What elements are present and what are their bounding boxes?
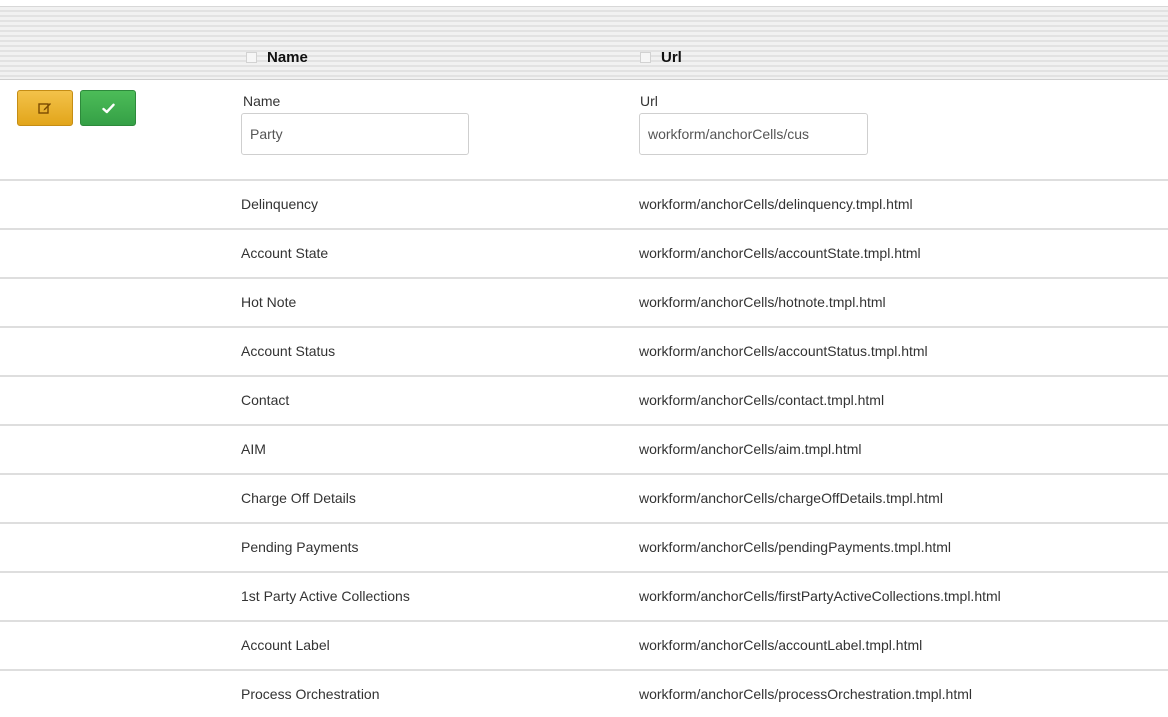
row-url-cell: workform/anchorCells/hotnote.tmpl.html: [639, 294, 886, 310]
row-name-cell: Charge Off Details: [241, 490, 356, 506]
name-column-checkbox[interactable]: [246, 51, 257, 63]
row-url-cell: workform/anchorCells/accountStatus.tmpl.…: [639, 343, 928, 359]
row-name-cell: Contact: [241, 392, 290, 408]
table-row[interactable]: Contact workform/anchorCells/contact.tmpl…: [0, 377, 1168, 426]
row-name-cell: Account Label: [241, 637, 330, 653]
row-url-cell: workform/anchorCells/chargeOffDetails.tm…: [639, 490, 943, 506]
row-url-cell: workform/anchorCells/delinquency.tmpl.ht…: [639, 196, 913, 212]
table-row[interactable]: Account Status workform/anchorCells/accou…: [0, 328, 1168, 377]
checkmark-icon: [101, 103, 115, 113]
row-name-cell: 1st Party Active Collections: [241, 588, 410, 604]
row-name-cell: Account State: [241, 245, 329, 261]
url-column-header[interactable]: Url: [640, 47, 682, 67]
row-url-cell: workform/anchorCells/firstPartyActiveCol…: [639, 588, 1001, 604]
table-row[interactable]: Account Label workform/anchorCells/accoun…: [0, 622, 1168, 671]
table-row[interactable]: Hot Note workform/anchorCells/hotnote.tmp…: [0, 279, 1168, 328]
row-url-cell: workform/anchorCells/accountState.tmpl.h…: [639, 245, 921, 261]
edit-row: Name Url: [0, 80, 1168, 181]
name-column-label: Name: [267, 48, 308, 66]
name-input[interactable]: [241, 113, 469, 155]
table-row[interactable]: AIM workform/anchorCells/aim.tmpl.html: [0, 426, 1168, 475]
pencil-square-icon: [38, 103, 51, 114]
table-row[interactable]: Delinquency workform/anchorCells/delinque…: [0, 181, 1168, 230]
row-name-cell: Hot Note: [241, 294, 297, 310]
url-input[interactable]: [639, 113, 868, 155]
name-field-label: Name: [243, 93, 281, 109]
url-column-checkbox[interactable]: [640, 51, 651, 63]
row-name-cell: Account Status: [241, 343, 336, 359]
url-field-label: Url: [640, 93, 658, 109]
table-row[interactable]: Process Orchestration workform/anchorCell…: [0, 671, 1168, 717]
table-row[interactable]: Charge Off Details workform/anchorCells/c…: [0, 475, 1168, 524]
table-row[interactable]: Account State workform/anchorCells/accoun…: [0, 230, 1168, 279]
row-url-cell: workform/anchorCells/aim.tmpl.html: [639, 441, 862, 457]
row-url-cell: workform/anchorCells/pendingPayments.tmp…: [639, 539, 952, 555]
edit-button[interactable]: [17, 90, 73, 126]
grid-header: Name Url: [0, 6, 1168, 80]
grid-page: Name Url Name Url Delinquency workform/an…: [0, 0, 1168, 717]
save-button[interactable]: [80, 90, 136, 126]
table-row[interactable]: 1st Party Active Collections workform/anc…: [0, 573, 1168, 622]
table-row[interactable]: Pending Payments workform/anchorCells/pen…: [0, 524, 1168, 573]
row-name-cell: Pending Payments: [241, 539, 359, 555]
row-url-cell: workform/anchorCells/accountLabel.tmpl.h…: [639, 637, 923, 653]
row-url-cell: workform/anchorCells/processOrchestratio…: [639, 686, 972, 702]
row-name-cell: Delinquency: [241, 196, 319, 212]
url-column-label: Url: [661, 48, 682, 66]
name-column-header[interactable]: Name: [246, 47, 308, 67]
row-name-cell: Process Orchestration: [241, 686, 380, 702]
row-url-cell: workform/anchorCells/contact.tmpl.html: [639, 392, 885, 408]
row-name-cell: AIM: [241, 441, 266, 457]
